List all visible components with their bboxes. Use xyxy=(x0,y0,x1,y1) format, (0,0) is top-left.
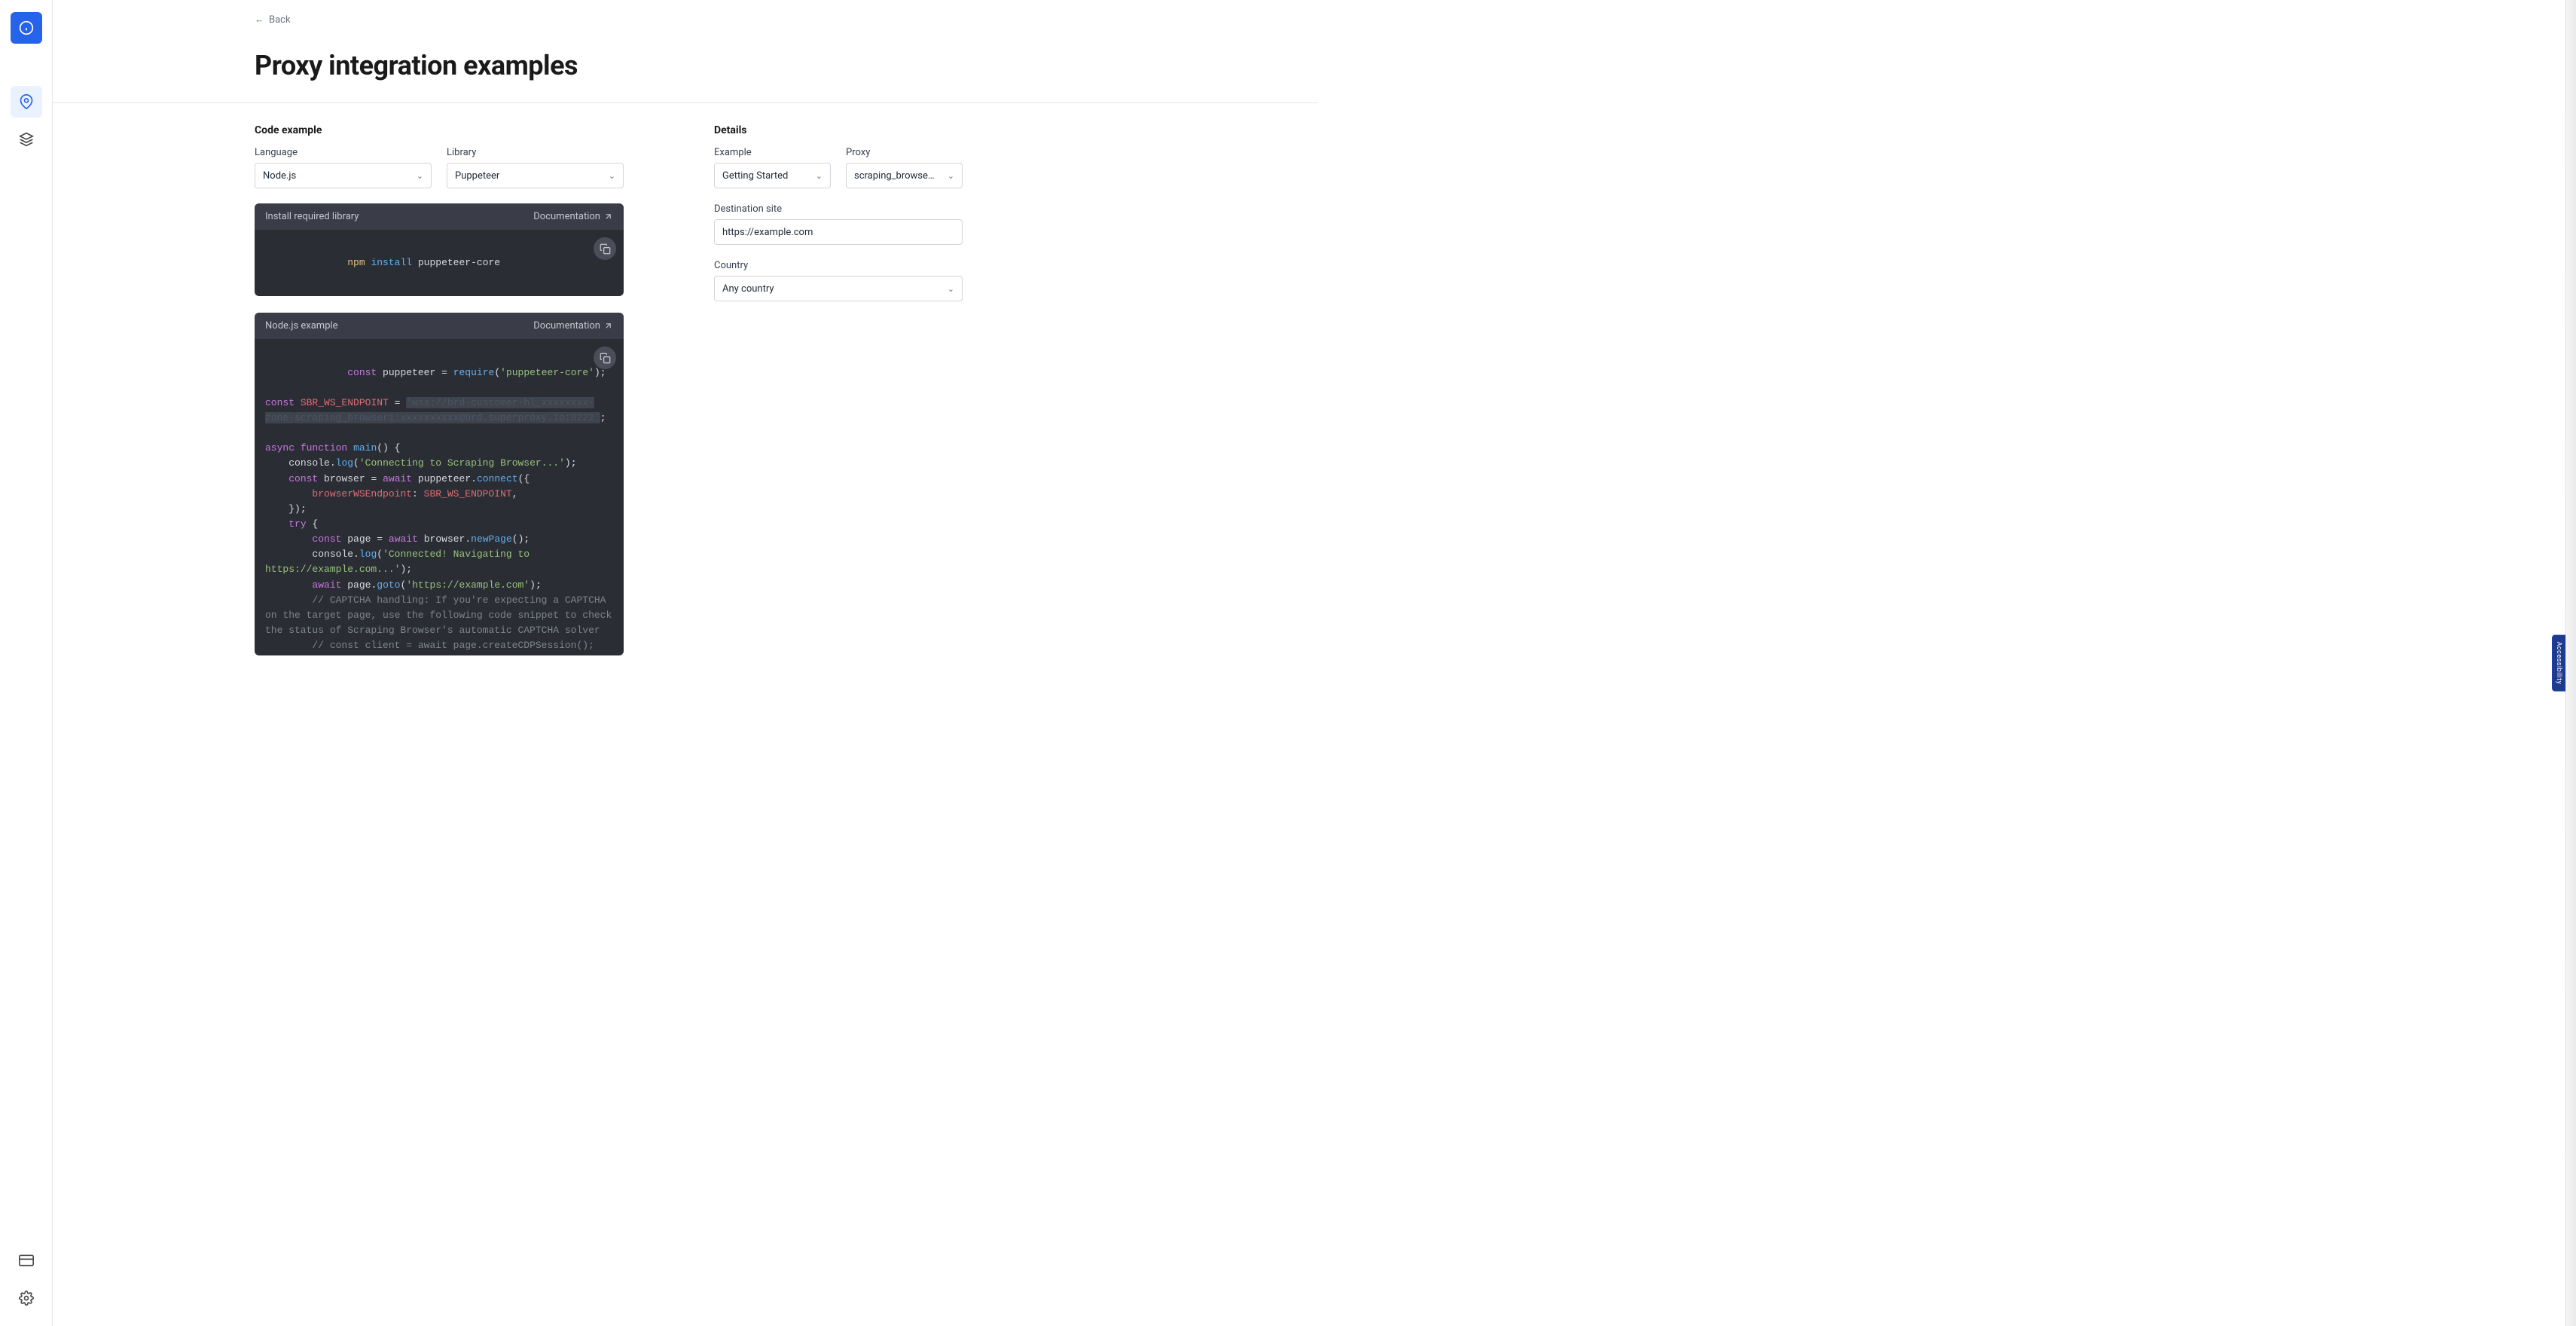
example-code-body[interactable]: const puppeteer = require('puppeteer-cor… xyxy=(255,339,624,655)
proxy-select[interactable]: scraping_browse… ⌄ xyxy=(846,163,963,188)
proxy-field: Proxy scraping_browse… ⌄ xyxy=(846,147,963,188)
library-field: Library Puppeteer ⌄ xyxy=(447,147,624,188)
sidebar-item-billing[interactable] xyxy=(11,1245,42,1276)
country-field: Country Any country ⌄ xyxy=(714,260,963,301)
window-scrollbar[interactable] xyxy=(2565,0,2576,1326)
chevron-down-icon: ⌄ xyxy=(816,171,823,181)
chevron-down-icon: ⌄ xyxy=(948,284,954,294)
install-code-body: npm install puppeteer-core xyxy=(255,230,624,296)
example-field: Example Getting Started ⌄ xyxy=(714,147,831,188)
language-label: Language xyxy=(255,147,432,158)
code-example-heading: Code example xyxy=(255,124,624,136)
copy-install-button[interactable] xyxy=(594,237,616,260)
destination-value: https://example.com xyxy=(722,227,813,238)
main-content: ← Back Proxy integration examples Code e… xyxy=(53,0,2576,1326)
sidebar-item-info[interactable] xyxy=(11,12,42,44)
destination-field: Destination site https://example.com xyxy=(714,203,963,245)
example-label: Example xyxy=(714,147,831,158)
left-column: Code example Language Node.js ⌄ Library xyxy=(255,124,624,672)
destination-label: Destination site xyxy=(714,203,963,215)
example-code-card: Node.js example Documentation const pupp… xyxy=(255,313,624,655)
country-label: Country xyxy=(714,260,963,271)
info-icon xyxy=(19,20,34,35)
sidebar-item-location[interactable] xyxy=(11,86,42,118)
layers-icon xyxy=(19,132,34,147)
map-pin-icon xyxy=(19,94,34,109)
country-value: Any country xyxy=(722,283,774,295)
example-header: Node.js example xyxy=(265,320,338,332)
language-field: Language Node.js ⌄ xyxy=(255,147,432,188)
chevron-down-icon: ⌄ xyxy=(417,171,423,181)
copy-icon xyxy=(600,353,611,364)
gear-icon xyxy=(19,1291,34,1306)
external-link-icon xyxy=(603,321,613,331)
page-title: Proxy integration examples xyxy=(255,50,1288,81)
credit-card-icon xyxy=(19,1253,34,1268)
details-heading: Details xyxy=(714,124,963,136)
sidebar-item-datasets[interactable] xyxy=(11,124,42,155)
language-value: Node.js xyxy=(263,170,296,182)
install-code-card: Install required library Documentation n… xyxy=(255,203,624,296)
country-select[interactable]: Any country ⌄ xyxy=(714,276,963,301)
copy-example-button[interactable] xyxy=(594,347,616,369)
chevron-down-icon: ⌄ xyxy=(948,171,954,181)
divider xyxy=(53,102,1318,103)
accessibility-tab[interactable]: Accessibility xyxy=(2552,635,2565,692)
sidebar-item-settings[interactable] xyxy=(11,1282,42,1314)
example-select[interactable]: Getting Started ⌄ xyxy=(714,163,831,188)
example-value: Getting Started xyxy=(722,170,788,182)
install-doc-link[interactable]: Documentation xyxy=(533,211,613,222)
language-select[interactable]: Node.js ⌄ xyxy=(255,163,432,188)
install-header: Install required library xyxy=(265,211,359,222)
library-value: Puppeteer xyxy=(455,170,499,182)
proxy-value: scraping_browse… xyxy=(854,170,935,182)
back-link[interactable]: ← Back xyxy=(255,14,291,26)
app-root: ← Back Proxy integration examples Code e… xyxy=(0,0,2576,1326)
back-label: Back xyxy=(269,14,291,26)
copy-icon xyxy=(600,243,611,255)
right-column: Details Example Getting Started ⌄ Proxy xyxy=(714,124,963,301)
library-label: Library xyxy=(447,147,624,158)
arrow-left-icon: ← xyxy=(255,14,264,26)
sidebar xyxy=(0,0,53,1326)
proxy-label: Proxy xyxy=(846,147,963,158)
external-link-icon xyxy=(603,212,613,222)
example-doc-link[interactable]: Documentation xyxy=(533,320,613,332)
destination-input[interactable]: https://example.com xyxy=(714,219,963,245)
chevron-down-icon: ⌄ xyxy=(609,171,615,181)
library-select[interactable]: Puppeteer ⌄ xyxy=(447,163,624,188)
